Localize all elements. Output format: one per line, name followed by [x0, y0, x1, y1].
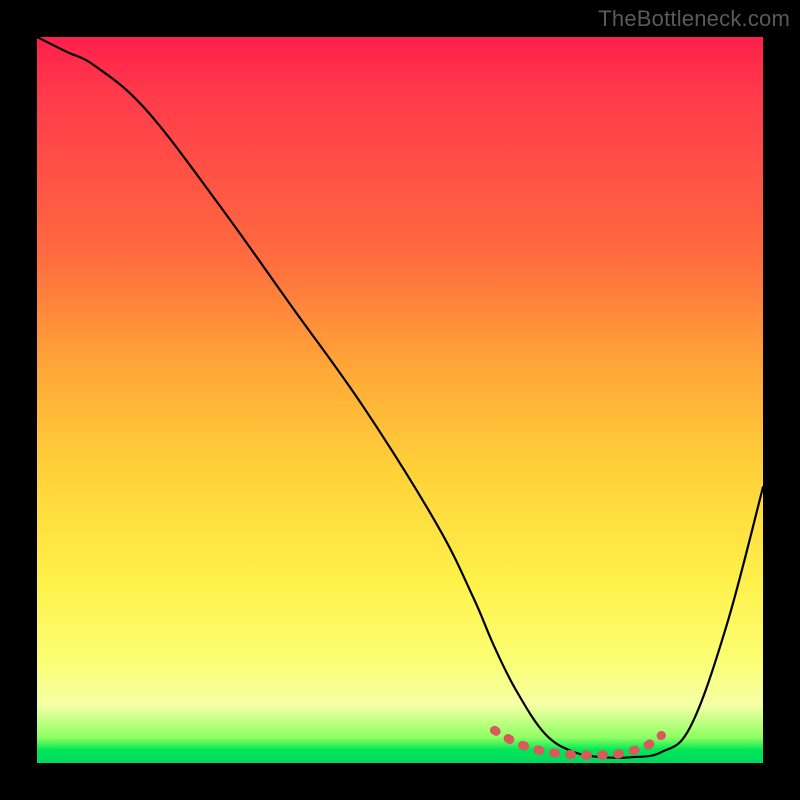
plot-area [37, 37, 763, 763]
attribution-label: TheBottleneck.com [598, 6, 790, 32]
chart-stage: TheBottleneck.com [0, 0, 800, 800]
curve-layer [37, 37, 763, 763]
bottleneck-curve [37, 37, 763, 758]
optimal-band-marker [494, 730, 661, 755]
